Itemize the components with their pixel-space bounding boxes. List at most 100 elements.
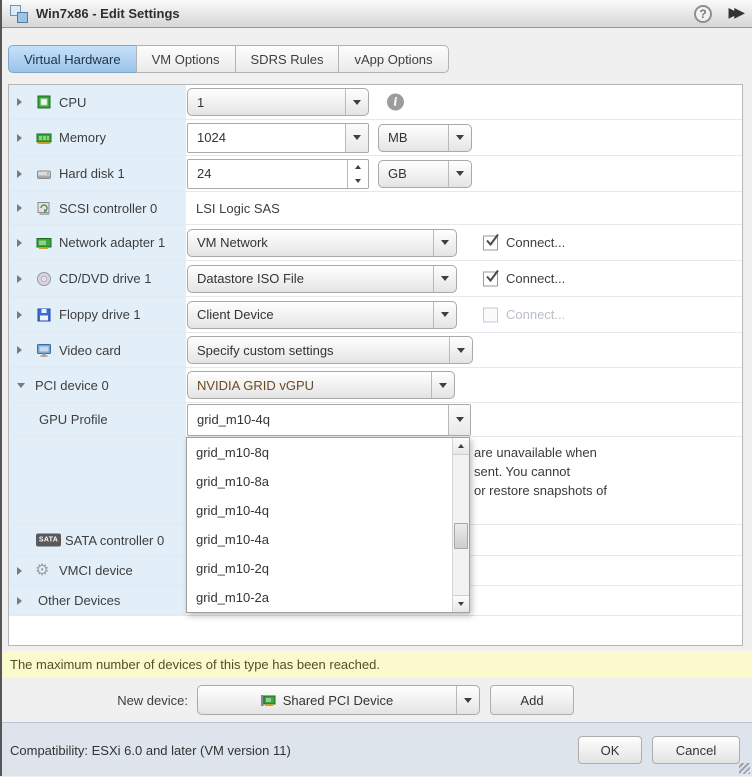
edit-settings-dialog: Win7x86 - Edit Settings ? ▶▶ Virtual Har…	[0, 0, 752, 776]
chevron-down-icon[interactable]	[433, 230, 456, 256]
warning-bar: The maximum number of devices of this ty…	[0, 651, 752, 678]
device-row-memory: Memory 1024 MB	[9, 120, 742, 156]
expander-expanded-icon[interactable]	[17, 383, 25, 388]
dropdown-option[interactable]: grid_m10-8q	[187, 438, 469, 467]
device-label: CPU	[59, 85, 86, 119]
expander-icon[interactable]	[17, 134, 22, 142]
device-label: Video card	[59, 333, 121, 367]
hard-disk-size-input[interactable]: 24	[187, 159, 369, 189]
new-device-label: New device:	[60, 685, 188, 715]
connect-checkbox-checked[interactable]	[483, 271, 498, 286]
gpu-profile-label: GPU Profile	[39, 403, 108, 436]
device-label: CD/DVD drive 1	[59, 261, 151, 296]
chevron-down-icon[interactable]	[433, 302, 456, 328]
resize-grip[interactable]	[739, 763, 750, 774]
device-row-network-adapter: Network adapter 1 VM Network Connect...	[9, 225, 742, 261]
dropdown-scrollbar[interactable]	[452, 438, 469, 612]
expander-icon[interactable]	[17, 98, 22, 106]
expander-icon[interactable]	[17, 346, 22, 354]
chevron-down-icon[interactable]	[433, 266, 456, 292]
chevron-down-icon[interactable]	[448, 405, 470, 435]
device-label: VMCI device	[59, 556, 133, 585]
help-icon[interactable]: ?	[694, 5, 712, 23]
memory-input[interactable]: 1024	[187, 123, 369, 153]
hard-disk-unit-select[interactable]: GB	[378, 160, 472, 188]
gpu-profile-select-open[interactable]: grid_m10-4q	[187, 404, 471, 436]
dropdown-option[interactable]: grid_m10-2a	[187, 583, 469, 612]
new-device-value: Shared PCI Device	[283, 693, 394, 708]
expander-icon[interactable]	[17, 311, 22, 319]
connect-checkbox-unchecked[interactable]	[483, 307, 498, 322]
pci-passthrough-note: are unavailable when sent. You cannot or…	[474, 443, 607, 500]
tab-vm-options[interactable]: VM Options	[136, 45, 236, 73]
memory-icon	[36, 130, 52, 146]
chevron-down-icon[interactable]	[448, 125, 471, 151]
gpu-profile-dropdown-list: grid_m10-8q grid_m10-8a grid_m10-4q grid…	[186, 437, 470, 613]
scroll-down-icon[interactable]	[453, 595, 469, 612]
tab-virtual-hardware[interactable]: Virtual Hardware	[8, 45, 137, 73]
dropdown-option[interactable]: grid_m10-8a	[187, 467, 469, 496]
floppy-icon	[36, 307, 52, 323]
expander-icon[interactable]	[17, 567, 22, 575]
chevron-down-icon[interactable]	[449, 337, 472, 363]
device-label: SCSI controller 0	[59, 192, 157, 224]
chevron-down-icon[interactable]	[345, 89, 368, 115]
new-device-select[interactable]: Shared PCI Device	[197, 685, 480, 715]
video-card-select[interactable]: Specify custom settings	[187, 336, 473, 364]
floppy-select[interactable]: Client Device	[187, 301, 457, 329]
pci-device-select[interactable]: NVIDIA GRID vGPU	[187, 371, 455, 399]
cancel-button[interactable]: Cancel	[652, 736, 740, 764]
expander-icon[interactable]	[17, 204, 22, 212]
device-label: Other Devices	[38, 586, 120, 615]
dialog-title: Win7x86 - Edit Settings	[36, 0, 180, 27]
device-label: Network adapter 1	[59, 225, 165, 260]
connect-label: Connect...	[506, 261, 565, 296]
video-card-icon	[36, 342, 52, 358]
row-gpu-profile: GPU Profile grid_m10-4q	[9, 403, 742, 437]
network-select[interactable]: VM Network	[187, 229, 457, 257]
scsi-controller-value: LSI Logic SAS	[196, 192, 280, 224]
chevron-down-icon[interactable]	[448, 161, 471, 187]
compatibility-text: Compatibility: ESXi 6.0 and later (VM ve…	[10, 723, 291, 777]
chevron-down-icon[interactable]	[431, 372, 454, 398]
device-row-cd-dvd: CD/DVD drive 1 Datastore ISO File Connec…	[9, 261, 742, 297]
network-adapter-icon	[36, 235, 52, 251]
expander-icon[interactable]	[17, 170, 22, 178]
expander-icon[interactable]	[17, 239, 22, 247]
info-icon: i	[387, 94, 404, 111]
spinner-control[interactable]	[347, 160, 368, 188]
scrollbar-thumb[interactable]	[454, 523, 468, 549]
chevron-down-icon[interactable]	[345, 124, 368, 152]
cpu-icon	[36, 94, 52, 110]
add-button[interactable]: Add	[490, 685, 574, 715]
shared-pci-device-icon	[260, 692, 276, 708]
gear-icon: ⚙	[35, 563, 49, 579]
window-left-edge	[0, 0, 2, 776]
device-label: Memory	[59, 120, 106, 155]
ok-button[interactable]: OK	[578, 736, 642, 764]
memory-unit-select[interactable]: MB	[378, 124, 472, 152]
device-row-scsi-controller: SCSI controller 0 LSI Logic SAS	[9, 192, 742, 225]
dropdown-option[interactable]: grid_m10-4q	[187, 496, 469, 525]
connect-label: Connect...	[506, 297, 565, 332]
cd-dvd-icon	[36, 271, 52, 287]
device-label: PCI device 0	[35, 368, 109, 402]
cd-dvd-select[interactable]: Datastore ISO File	[187, 265, 457, 293]
minimize-popout-icon[interactable]: ▶▶	[728, 4, 740, 21]
dropdown-option[interactable]: grid_m10-4a	[187, 525, 469, 554]
expander-icon[interactable]	[17, 275, 22, 283]
scroll-up-icon[interactable]	[453, 438, 469, 455]
cpu-select[interactable]: 1	[187, 88, 369, 116]
tab-sdrs-rules[interactable]: SDRS Rules	[235, 45, 340, 73]
expander-icon[interactable]	[17, 597, 22, 605]
sata-badge-icon: SATA	[36, 534, 61, 547]
chevron-down-icon[interactable]	[456, 686, 479, 714]
warning-text: The maximum number of devices of this ty…	[10, 657, 380, 672]
tab-vapp-options[interactable]: vApp Options	[338, 45, 448, 73]
vm-icon	[10, 5, 28, 23]
device-row-pci-device: PCI device 0 NVIDIA GRID vGPU	[9, 368, 742, 403]
dropdown-option[interactable]: grid_m10-2q	[187, 554, 469, 583]
spinner-up-icon	[348, 160, 368, 174]
connect-checkbox-checked[interactable]	[483, 235, 498, 250]
device-label: SATA controller 0	[65, 525, 164, 555]
